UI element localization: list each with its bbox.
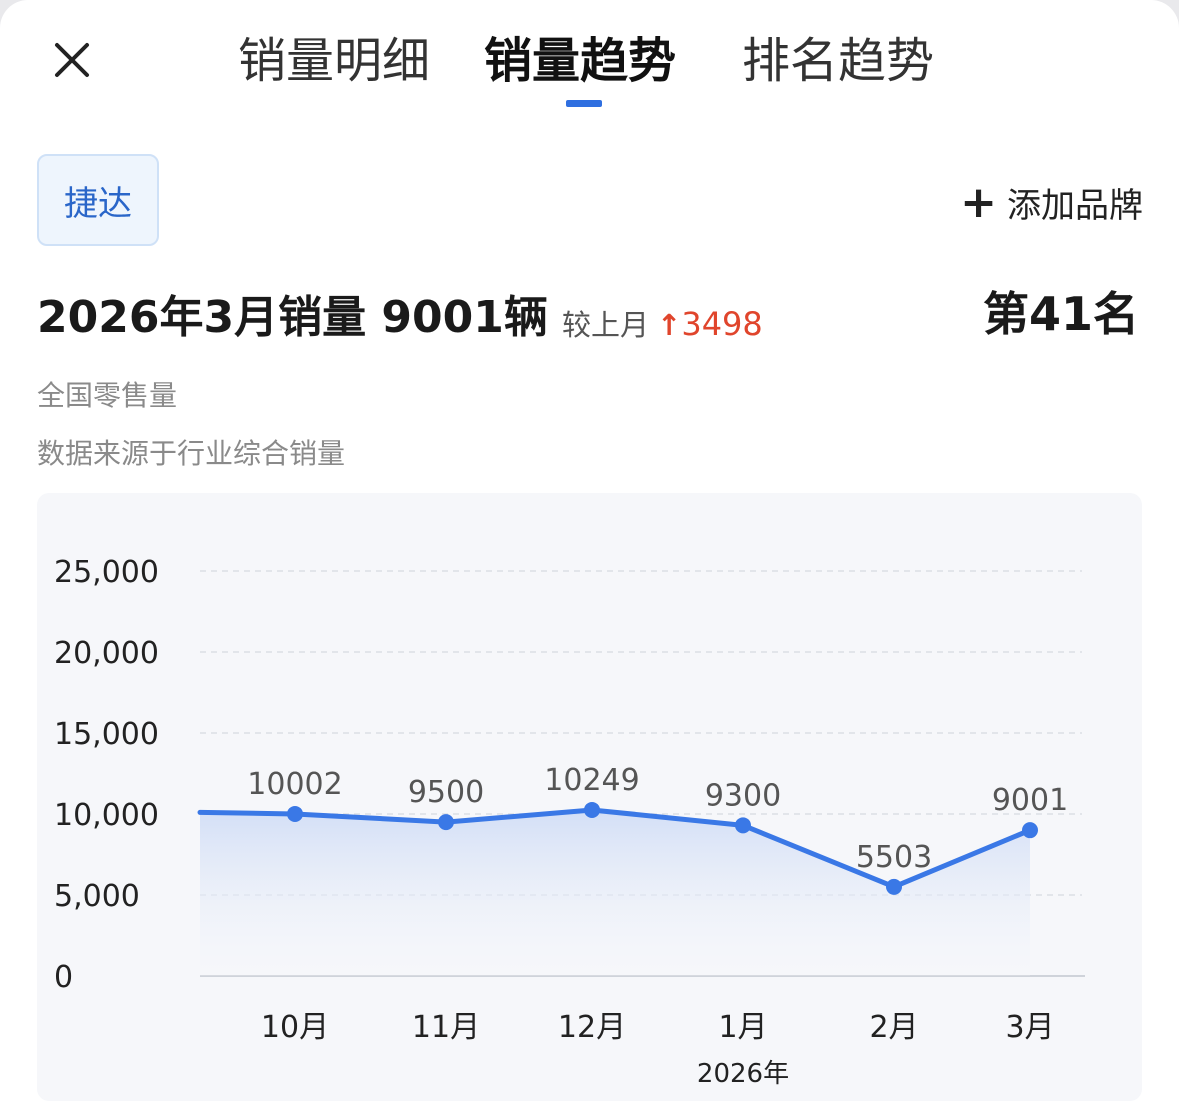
data-label: 10249: [544, 763, 639, 798]
x-tick-label: 10月: [261, 1010, 329, 1045]
scope-label: 全国零售量: [37, 379, 178, 412]
data-point[interactable]: [1022, 822, 1038, 839]
sales-trend-chart: 25,000 20,000 15,000 10,000 5,000 0 10002 9500…: [37, 493, 1142, 1101]
month-compare: 较上月 ↑3498: [562, 304, 763, 345]
sales-headline: 2026年3月销量 9001辆: [37, 292, 548, 343]
compare-label: 较上月: [562, 308, 650, 342]
data-label: 9001: [992, 783, 1068, 818]
data-point[interactable]: [287, 805, 303, 822]
source-label: 数据来源于行业综合销量: [37, 437, 346, 470]
brand-chip-jetta[interactable]: 捷达: [37, 154, 159, 246]
chart-area: [200, 809, 1030, 976]
tab-sales-trend[interactable]: 销量趋势: [484, 32, 676, 90]
x-tick-label: 12月: [558, 1010, 626, 1045]
add-brand-button[interactable]: + 添加品牌: [960, 178, 1143, 227]
y-tick-label: 25,000: [54, 555, 159, 590]
x-tick-label: 2月: [869, 1010, 918, 1045]
data-label: 10002: [247, 767, 342, 802]
tab-sales-detail[interactable]: 销量明细: [238, 32, 430, 90]
x-sub-label: 2026年: [697, 1059, 789, 1089]
data-label: 9500: [408, 775, 484, 810]
rank-value: 第41名: [982, 287, 1139, 341]
arrow-up-icon: ↑: [657, 308, 682, 342]
y-tick-label: 15,000: [54, 717, 159, 752]
x-tick-label: 3月: [1005, 1010, 1054, 1045]
y-tick-label: 5,000: [54, 879, 140, 914]
add-brand-label: 添加品牌: [1007, 186, 1143, 226]
data-point[interactable]: [438, 814, 454, 831]
active-tab-indicator: [566, 100, 602, 107]
data-label: 9300: [705, 778, 781, 813]
tab-bar: 销量明细 销量趋势 排名趋势: [0, 28, 1179, 108]
y-tick-label: 10,000: [54, 798, 159, 833]
bottom-sheet: 销量明细 销量趋势 排名趋势 捷达 + 添加品牌 2026年3月销量 9001辆…: [0, 0, 1179, 1120]
plus-icon: +: [960, 176, 997, 228]
y-tick-label: 20,000: [54, 636, 159, 671]
data-point[interactable]: [886, 878, 902, 895]
data-point[interactable]: [584, 801, 600, 818]
x-tick-label: 1月: [718, 1010, 767, 1045]
data-label: 5503: [856, 840, 932, 875]
chart-svg: 25,000 20,000 15,000 10,000 5,000 0 10002 9500…: [54, 555, 1085, 1089]
tab-rank-trend[interactable]: 排名趋势: [742, 32, 934, 90]
x-tick-label: 11月: [412, 1010, 480, 1045]
data-point[interactable]: [735, 817, 751, 834]
y-tick-label: 0: [54, 960, 73, 995]
compare-delta: 3498: [681, 305, 763, 343]
